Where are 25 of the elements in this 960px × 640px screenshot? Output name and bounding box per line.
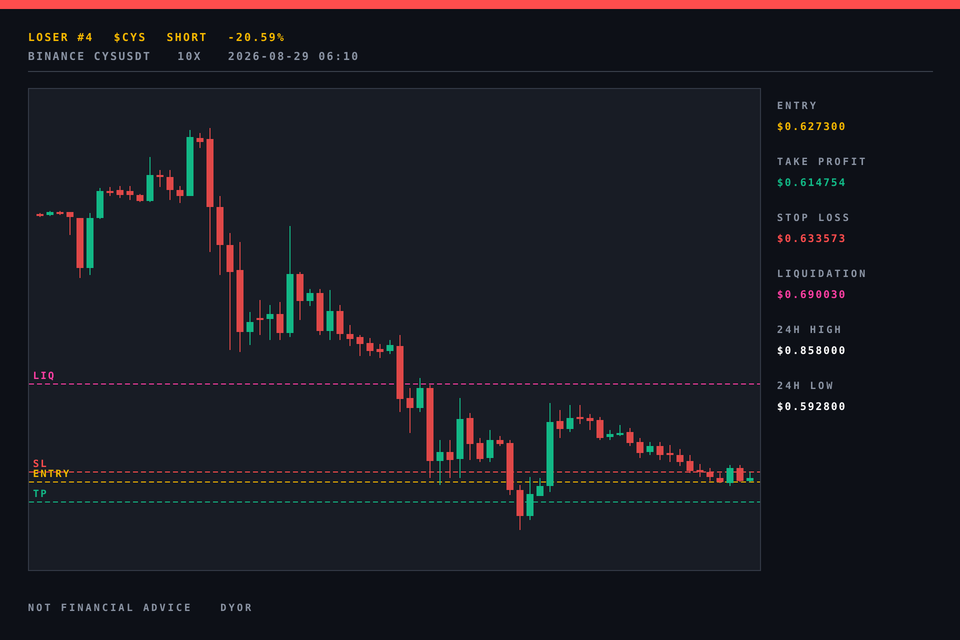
stat-label: 24H HIGH: [777, 325, 844, 337]
stat-value: $0.614754: [777, 177, 848, 189]
detail-text: BINANCE CYSUSDT: [28, 50, 152, 63]
headline-text: LOSER #4: [28, 31, 94, 44]
stat-label: TAKE PROFIT: [777, 157, 868, 169]
detail-text: 2026-08-29 06:10: [228, 50, 360, 63]
level-label: SL: [33, 459, 48, 470]
headline-text: $CYS: [114, 31, 147, 44]
stat-value: $0.592800: [777, 401, 848, 413]
headline-text: -20.59%: [228, 31, 286, 44]
footer-text: NOT FINANCIAL ADVICE: [28, 603, 192, 614]
stat-label: LIQUIDATION: [777, 269, 868, 281]
stat-value: $0.858000: [777, 345, 848, 357]
stat-label: ENTRY: [777, 101, 820, 113]
level-label: ENTRY: [33, 469, 71, 480]
stat-label: STOP LOSS: [777, 213, 852, 225]
stat-value: $0.633573: [777, 233, 848, 245]
level-label: LIQ: [33, 371, 56, 382]
level-label: TP: [33, 489, 48, 500]
detail-text: 10X: [177, 50, 202, 63]
headline-text: SHORT: [166, 31, 208, 44]
footer-text: DYOR: [220, 603, 254, 614]
stat-label: 24H LOW: [777, 381, 836, 393]
stat-value: $0.627300: [777, 121, 848, 133]
stat-value: $0.690030: [777, 289, 848, 301]
